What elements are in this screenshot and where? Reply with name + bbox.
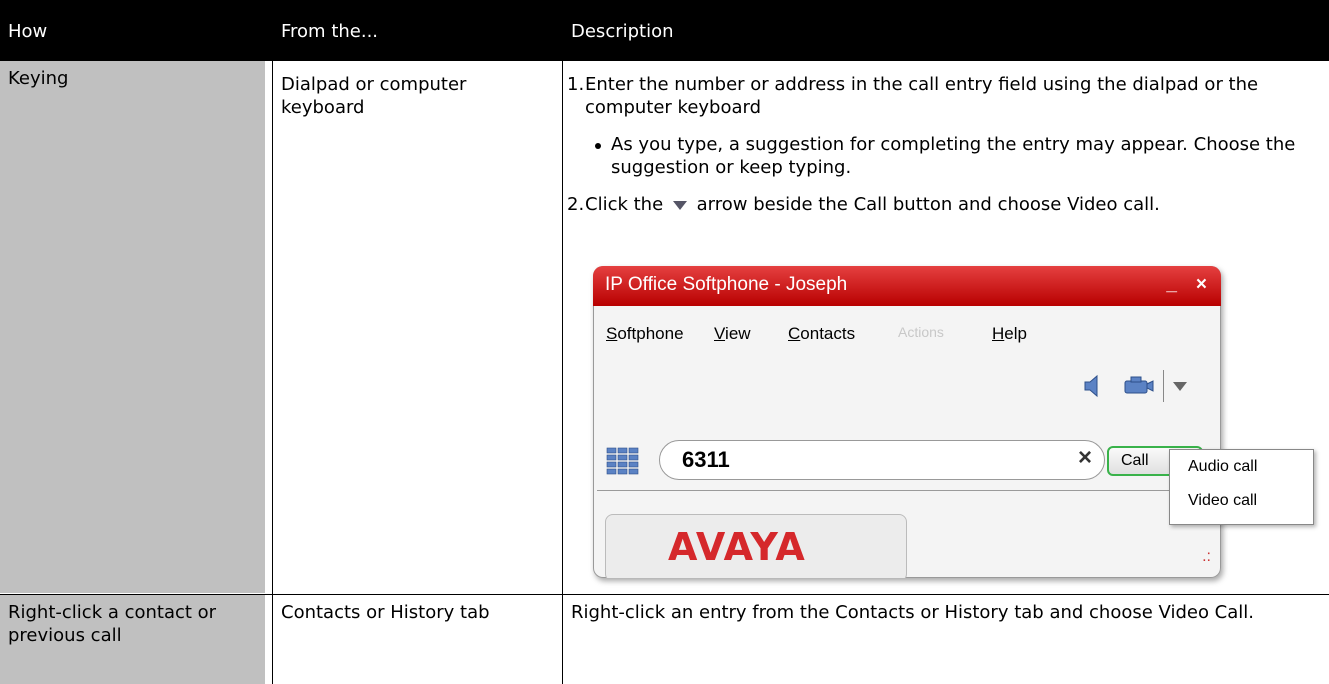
menu-help[interactable]: Help xyxy=(992,324,1027,344)
softphone-footer: AVAYA xyxy=(605,514,907,578)
step-2-text-a: Click the xyxy=(585,194,664,215)
column-divider xyxy=(272,0,273,684)
menu-item-audio-call[interactable]: Audio call xyxy=(1188,458,1257,476)
softphone-toolbar xyxy=(1043,368,1203,402)
step-1-text: Enter the number or address in the call … xyxy=(585,74,1259,118)
header-how: How xyxy=(0,0,273,61)
minimize-button[interactable]: _ xyxy=(1166,266,1177,304)
dialpad-icon[interactable] xyxy=(605,444,641,480)
suggestion-bullet: As you type, a suggestion for completing… xyxy=(589,133,1321,179)
header-from: From the... xyxy=(273,0,563,61)
menu-softphone[interactable]: Softphone xyxy=(606,324,684,344)
step-2-number: 2. xyxy=(567,194,585,215)
menu-contacts[interactable]: Contacts xyxy=(788,324,855,344)
softphone-titlebar: IP Office Softphone - Joseph _ × xyxy=(593,266,1221,306)
speaker-icon[interactable] xyxy=(1083,374,1107,398)
close-button[interactable]: × xyxy=(1196,266,1207,304)
row2-how: Right-click a contact or previous call xyxy=(0,595,265,684)
chevron-down-icon[interactable] xyxy=(1173,382,1187,391)
avaya-logo: AVAYA xyxy=(668,525,806,569)
row-divider xyxy=(0,594,1329,595)
clear-icon[interactable]: × xyxy=(1078,444,1092,472)
row1-description: 1. Enter the number or address in the ca… xyxy=(563,67,1329,222)
camera-icon[interactable] xyxy=(1123,376,1155,396)
row2-from: Contacts or History tab xyxy=(281,602,490,623)
menu-actions: Actions xyxy=(898,324,944,340)
step-2: 2. Click the arrow beside the Call butto… xyxy=(567,193,1321,216)
call-entry-value: 6311 xyxy=(682,447,730,472)
toolbar-separator xyxy=(1163,370,1164,402)
step-1-number: 1. xyxy=(567,74,585,95)
dropdown-arrow-icon xyxy=(672,200,687,210)
header-description: Description xyxy=(563,0,1329,61)
step-1: 1. Enter the number or address in the ca… xyxy=(567,73,1321,119)
row2-description: Right-click an entry from the Contacts o… xyxy=(571,602,1255,623)
menu-item-video-call[interactable]: Video call xyxy=(1188,492,1257,510)
softphone-window: IP Office Softphone - Joseph _ × Softpho… xyxy=(593,266,1221,578)
call-entry-field[interactable]: 6311 × xyxy=(659,440,1105,480)
row1-from: Dialpad or computer keyboard xyxy=(281,74,467,118)
resize-grip-icon[interactable]: .: xyxy=(1202,548,1211,566)
row1-how: Keying xyxy=(0,61,265,593)
call-button-label: Call xyxy=(1121,452,1149,469)
call-type-dropdown: Audio call Video call xyxy=(1169,449,1314,525)
softphone-title: IP Office Softphone - Joseph xyxy=(605,274,848,295)
divider xyxy=(597,490,1175,491)
step-2-text-b: arrow beside the Call button and choose … xyxy=(696,194,1160,215)
menu-view[interactable]: View xyxy=(714,324,751,344)
column-divider xyxy=(562,0,563,684)
